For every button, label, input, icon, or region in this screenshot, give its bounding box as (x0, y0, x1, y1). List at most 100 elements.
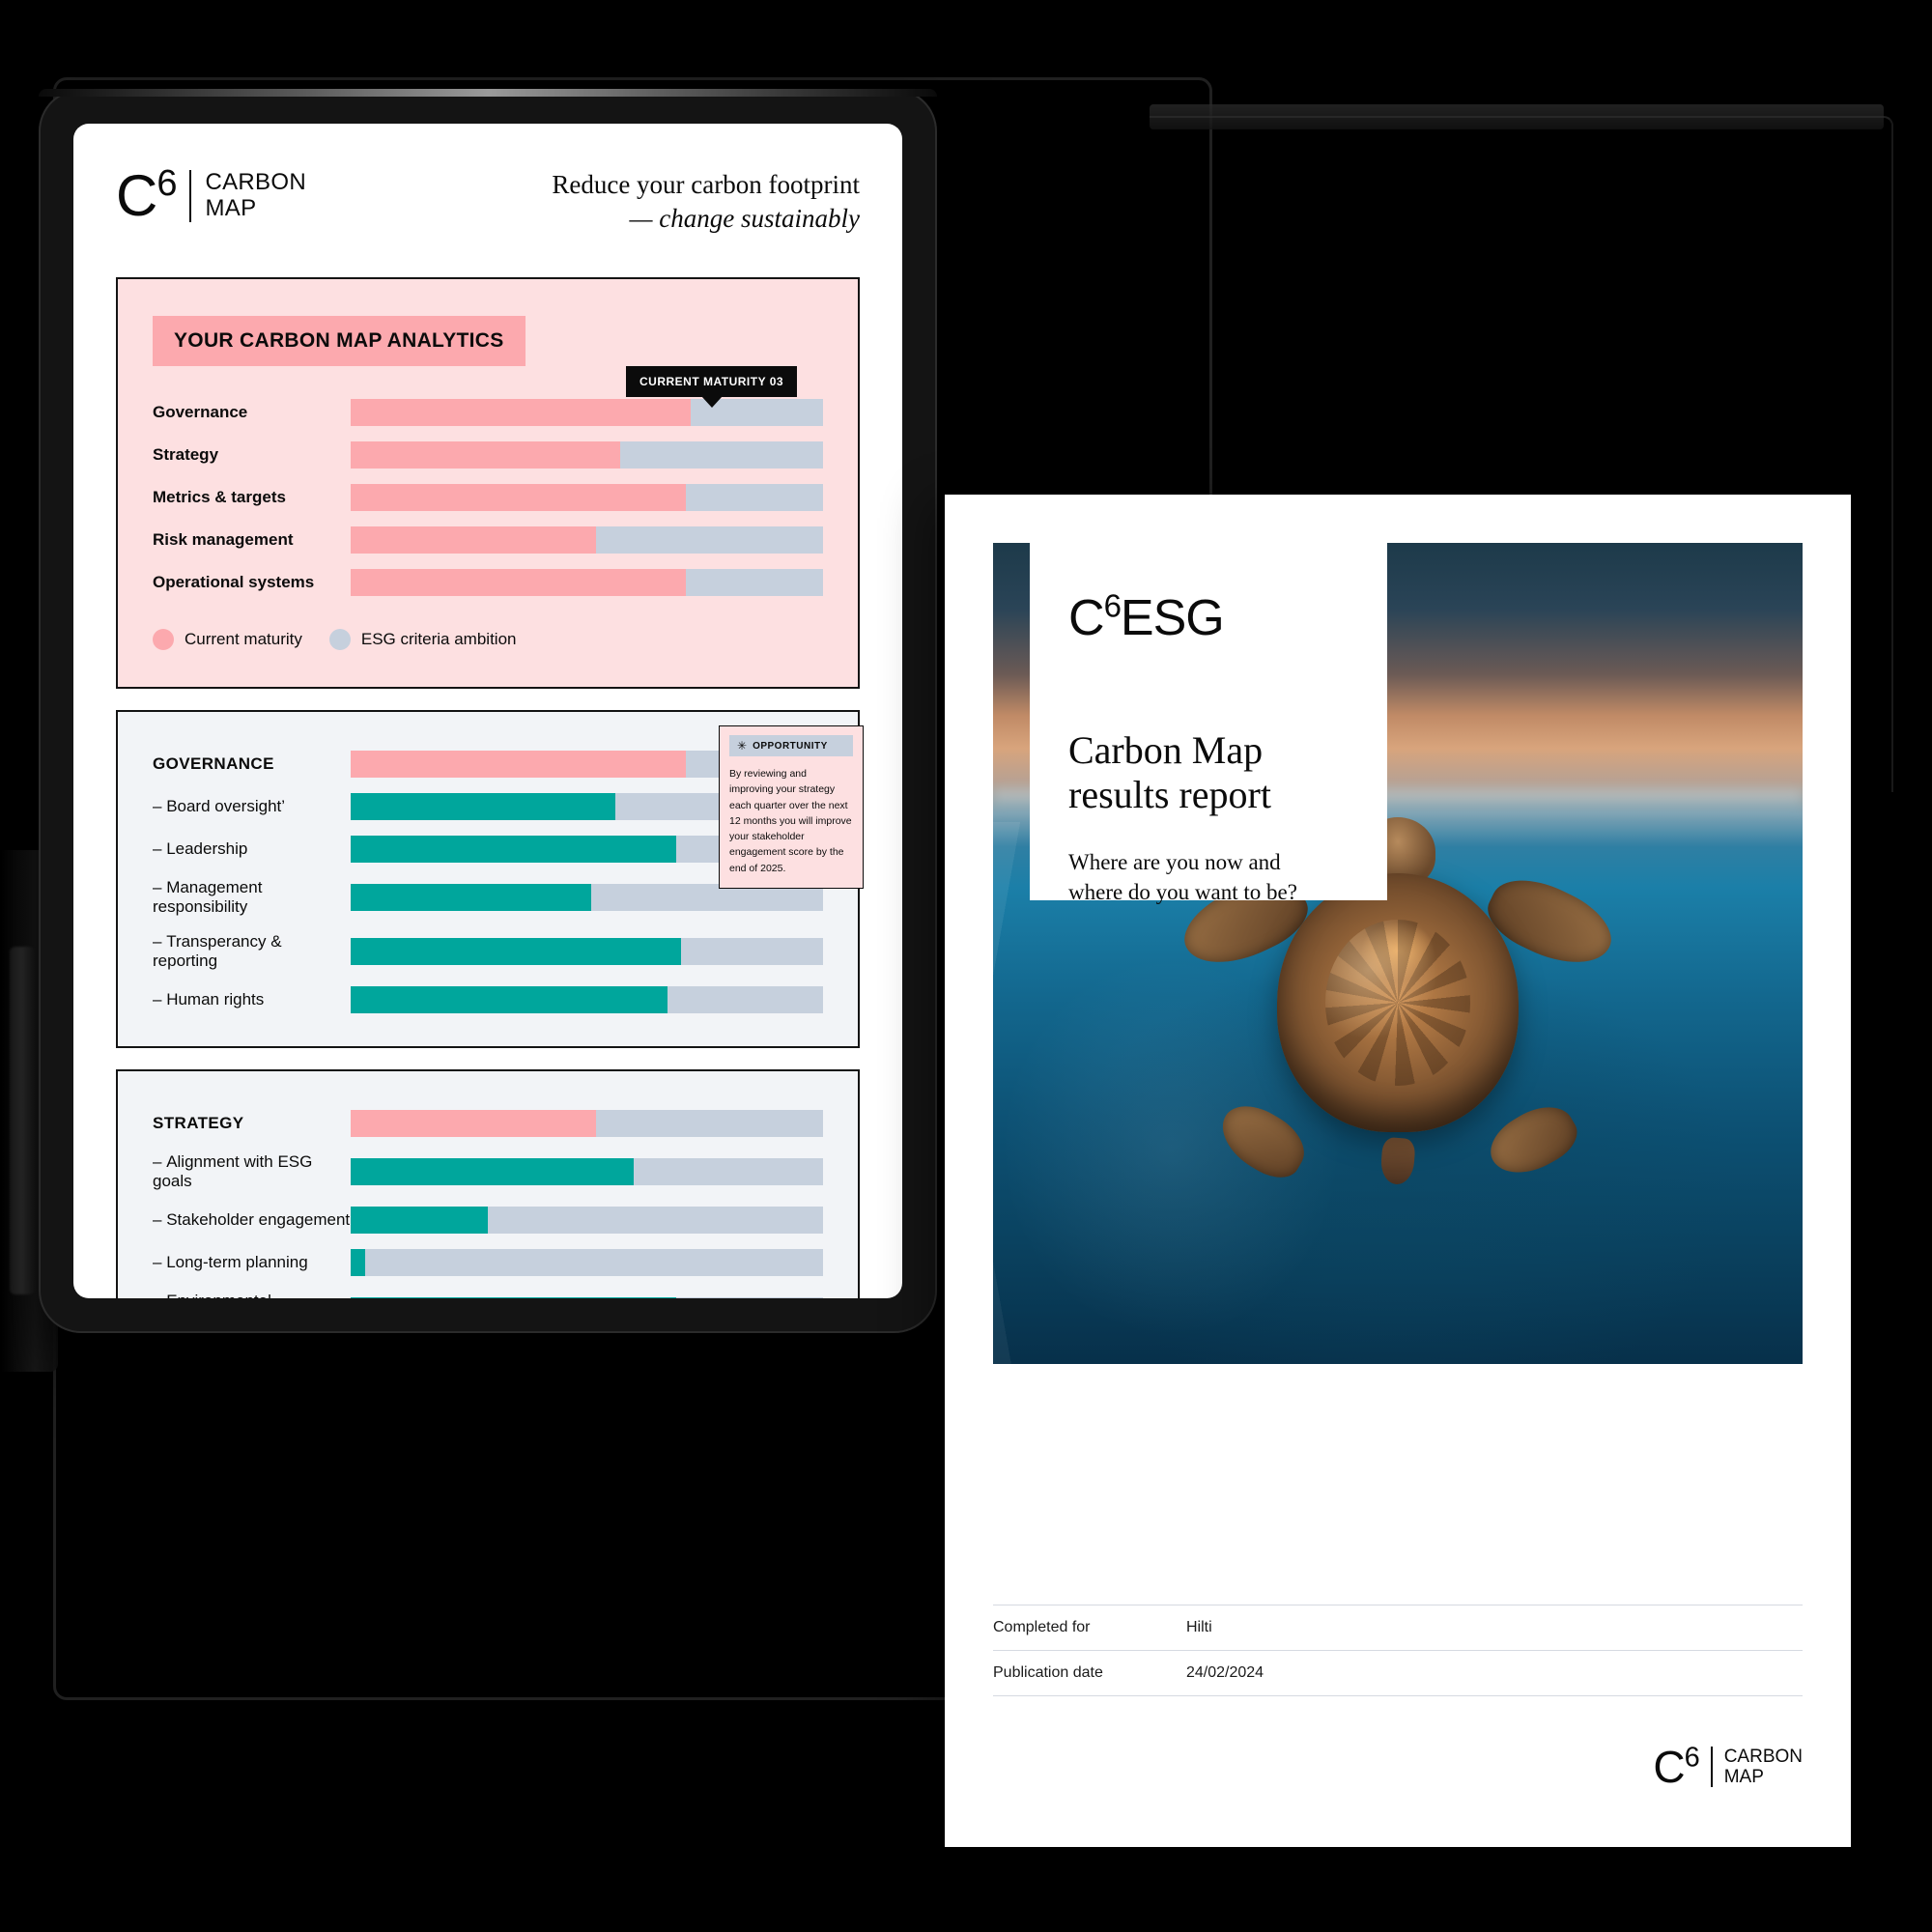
bar-track (351, 569, 823, 597)
esg-logo-suffix: ESG (1120, 590, 1225, 646)
table-row: Operational systems (153, 569, 823, 597)
metadata-value: Hilti (1186, 1619, 1212, 1635)
bar-category-text: Environmental management (153, 1292, 271, 1298)
bar-category-label: Operational systems (153, 573, 315, 592)
tablet-device: C6 CARBON MAP Reduce your carbon footpri… (39, 89, 937, 1333)
logo-letter: C (116, 163, 157, 228)
report-footer-logo: C6 CARBON MAP (1653, 1741, 1803, 1793)
bar-category-label: – Leadership (153, 839, 248, 859)
table-row: – Alignment with ESG goals (153, 1152, 823, 1191)
table-row: Risk management (153, 526, 823, 554)
carbon-map-report-page: C6 CARBON MAP Reduce your carbon footpri… (73, 124, 902, 1298)
bar-fill (351, 1207, 488, 1235)
screenshot-stage: C6 CARBON MAP Reduce your carbon footpri… (0, 0, 1932, 1932)
table-row: – Human rights (153, 986, 823, 1014)
table-row: – Long-term planning (153, 1249, 823, 1277)
governance-card: GOVERNANCE – Board oversight’ – Leadersh… (116, 710, 864, 1049)
bar-category-label: Strategy (153, 445, 219, 465)
table-row: Publication date 24/02/2024 (993, 1650, 1803, 1696)
bar-fill-current (351, 484, 687, 512)
c6-esg-logo: C6ESG (1068, 589, 1349, 647)
footer-logo-word-line-2: MAP (1723, 1767, 1764, 1787)
bar-category-text: Management responsibility (153, 878, 263, 917)
bar-fill-section (351, 751, 687, 779)
strategy-bar-rows: STRATEGY – Alignment with ESG goals – St… (153, 1110, 823, 1298)
footer-logo-mark: C6 (1653, 1741, 1700, 1793)
sparkle-icon: ✳ (737, 739, 748, 753)
tablet-top-edge-highlight (39, 89, 937, 97)
bar-category-label: – Board oversight’ (153, 797, 286, 816)
bar-category-label: – Stakeholder engagement (153, 1210, 351, 1230)
tagline-line-2: — change sustainably (629, 203, 860, 233)
page-title: Carbon Map results report (1068, 728, 1349, 818)
turtle-shell (1277, 873, 1519, 1132)
legend-swatch-icon (328, 629, 351, 651)
section-title: STRATEGY (153, 1114, 244, 1133)
bar-category-label: – Alignment with ESG goals (153, 1152, 313, 1191)
footer-logo-divider (1710, 1747, 1713, 1787)
metadata-key: Completed for (993, 1619, 1091, 1635)
bar-category-label: Metrics & targets (153, 488, 286, 507)
table-row: STRATEGY (153, 1110, 823, 1138)
strategy-card: STRATEGY – Alignment with ESG goals – St… (116, 1069, 860, 1298)
bar-category-label: – Long-term planning (153, 1253, 308, 1272)
bar-fill (351, 938, 682, 966)
bar-category-text: Human rights (166, 990, 265, 1009)
logo-word-line-1: CARBON (205, 168, 306, 195)
bar-category-label: Risk management (153, 530, 294, 550)
carbon-map-logo: C6 CARBON MAP (116, 165, 306, 225)
esg-logo-superscript: 6 (1103, 587, 1122, 624)
page-header: C6 CARBON MAP Reduce your carbon footpri… (116, 165, 860, 235)
logo-superscript: 6 (156, 163, 177, 204)
table-row: Metrics & targets (153, 484, 823, 512)
bar-category-text: Long-term planning (166, 1253, 308, 1272)
bar-track (351, 1297, 823, 1298)
table-row: – Transperancy & reporting (153, 932, 823, 971)
footer-logo-wordmark: CARBON MAP (1724, 1747, 1803, 1788)
bar-fill (351, 793, 615, 821)
table-row: Completed for Hilti (993, 1605, 1803, 1650)
bar-category-text: Alignment with ESG goals (153, 1152, 313, 1191)
logo-mark: C6 (116, 165, 177, 225)
bar-fill (351, 884, 592, 912)
bar-category-label: – Human rights (153, 990, 265, 1009)
opportunity-callout[interactable]: ✳ OPPORTUNITY By reviewing and improving… (719, 725, 864, 889)
legend-item-esg-ambition: ESG criteria ambition (328, 629, 517, 651)
bar-fill-current (351, 441, 620, 469)
report-subtitle-line-1: Where are you now and (1068, 849, 1281, 874)
bar-fill (351, 1158, 635, 1186)
analytics-title: YOUR CARBON MAP ANALYTICS (153, 316, 526, 367)
analytics-bar-rows: Governance CURRENT MATURITY 03 Strategy (153, 366, 823, 597)
bar-track (351, 1110, 823, 1138)
legend-swatch-icon (153, 629, 174, 651)
results-report-document: C6ESG Carbon Map results report Where ar… (945, 495, 1851, 1847)
bar-category-label: – Transperancy & reporting (153, 932, 282, 971)
bar-track (351, 399, 823, 427)
bar-category-text: Transperancy & reporting (153, 932, 282, 971)
bar-track (351, 484, 823, 512)
turtle-tail (1379, 1136, 1416, 1186)
legend-label: ESG criteria ambition (360, 630, 517, 649)
logo-word-line-2: MAP (205, 194, 257, 221)
bar-category-text: Board oversight’ (166, 797, 286, 816)
table-row: Governance CURRENT MATURITY 03 (153, 366, 823, 427)
footer-logo-superscript: 6 (1684, 1742, 1700, 1774)
analytics-card: YOUR CARBON MAP ANALYTICS Governance CUR… (116, 277, 860, 690)
report-subtitle: Where are you now and where do you want … (1068, 847, 1349, 907)
table-row: – Stakeholder engagement (153, 1207, 823, 1235)
page-tagline: Reduce your carbon footprint — change su… (552, 168, 860, 235)
turtle-back-left-flipper (1209, 1094, 1316, 1188)
report-cover-card: C6ESG Carbon Map results report Where ar… (1030, 543, 1387, 904)
bar-fill (351, 836, 677, 864)
opportunity-body: By reviewing and improving your strategy… (729, 768, 852, 874)
footer-logo-word-line-1: CARBON (1723, 1746, 1803, 1767)
bar-fill-current (351, 526, 597, 554)
tablet-screen[interactable]: C6 CARBON MAP Reduce your carbon footpri… (73, 124, 902, 1298)
report-metadata-table: Completed for Hilti Publication date 24/… (993, 1605, 1803, 1696)
current-maturity-tooltip: CURRENT MATURITY 03 (626, 366, 798, 398)
bar-track (351, 1249, 823, 1277)
bar-category-label: Governance (153, 403, 248, 422)
bar-fill (351, 1297, 677, 1298)
logo-wordmark: CARBON MAP (205, 168, 306, 222)
bar-fill-current (351, 399, 692, 427)
